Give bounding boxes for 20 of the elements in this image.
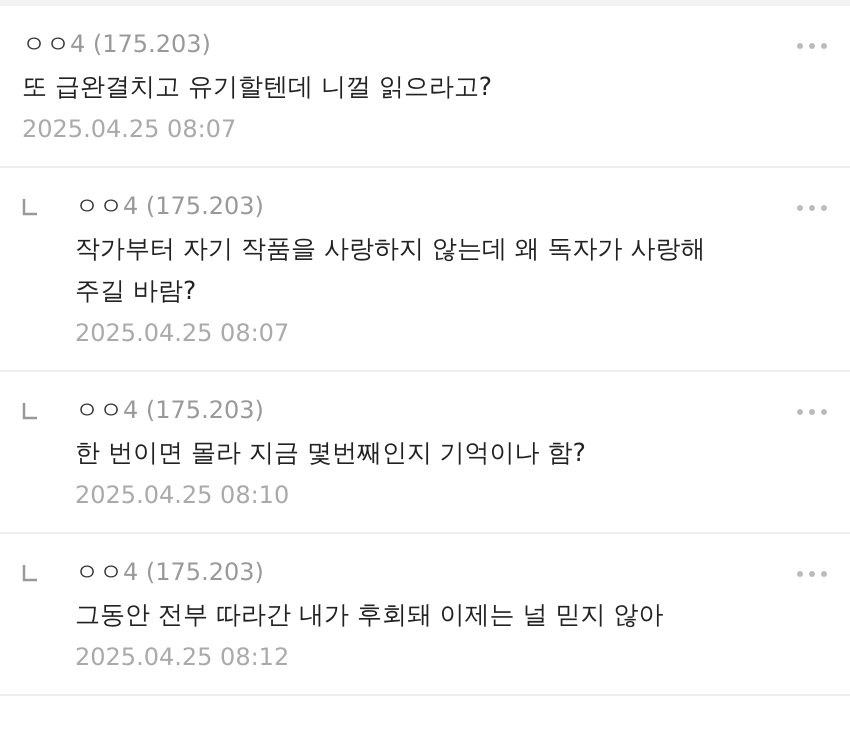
- comment-time: 2025.04.25 08:10: [75, 481, 290, 509]
- comment-time: 2025.04.25 08:07: [22, 115, 236, 143]
- comment-text: 또 급완결치고 유기할텐데 니껄 읽으라고?: [22, 71, 494, 103]
- author-ip: 4 (175.203): [123, 558, 264, 586]
- author-name: ㅇㅇ: [22, 30, 70, 58]
- author-name: ㅇㅇ: [75, 396, 123, 424]
- author-ip: 4 (175.203): [123, 396, 264, 424]
- comment-text: 그동안 전부 따라간 내가 후회돼 이제는 널 믿지 않아: [75, 599, 665, 631]
- more-options-icon[interactable]: [796, 408, 828, 416]
- author-name: ㅇㅇ: [75, 558, 123, 586]
- more-options-icon[interactable]: [796, 204, 828, 212]
- comment-text: 한 번이면 몰라 지금 몇번째인지 기억이나 함?: [75, 437, 587, 469]
- author-ip: 4 (175.203): [123, 192, 264, 220]
- comment-time: 2025.04.25 08:07: [75, 319, 290, 347]
- comment-time: 2025.04.25 08:12: [75, 643, 290, 671]
- more-options-icon[interactable]: [796, 570, 828, 578]
- more-options-icon[interactable]: [796, 42, 828, 50]
- author-name: ㅇㅇ: [75, 192, 123, 220]
- author-ip: 4 (175.203): [70, 30, 211, 58]
- comment-text: 작가부터 자기 작품을 사랑하지 않는데 왜 독자가 사랑해주길 바람?: [75, 233, 707, 307]
